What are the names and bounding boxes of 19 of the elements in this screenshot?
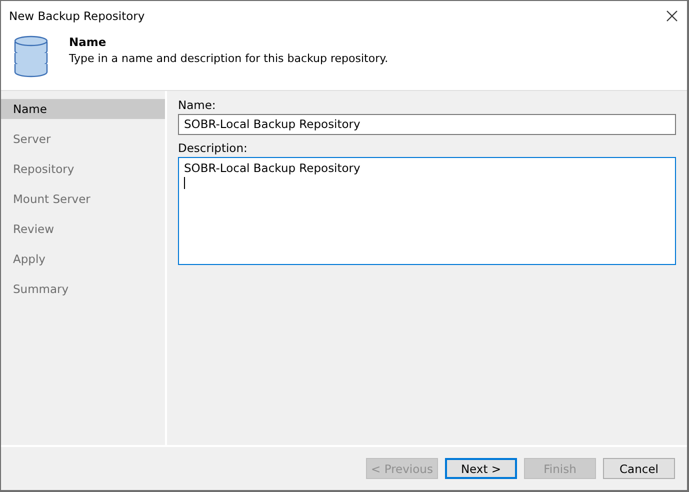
step-item[interactable]: Apply bbox=[1, 249, 165, 269]
step-item[interactable]: Review bbox=[1, 219, 165, 239]
window-title: New Backup Repository bbox=[9, 9, 145, 23]
database-icon bbox=[13, 34, 49, 78]
dialog-button[interactable]: Next > bbox=[445, 458, 517, 479]
step-title: Name bbox=[69, 35, 108, 49]
dialog-button[interactable]: Cancel bbox=[603, 458, 675, 479]
description-field[interactable]: SOBR-Local Backup Repository bbox=[178, 157, 676, 265]
close-icon bbox=[665, 9, 679, 23]
close-button[interactable] bbox=[665, 9, 679, 23]
field-label: Name: bbox=[178, 98, 217, 112]
step-item[interactable]: Name bbox=[1, 99, 165, 119]
step-item[interactable]: Summary bbox=[1, 279, 165, 299]
step-item[interactable]: Server bbox=[1, 129, 165, 149]
step-item[interactable]: Mount Server bbox=[1, 189, 165, 209]
step-description: Type in a name and description for this backup repository. bbox=[69, 52, 388, 65]
field-label: Description: bbox=[178, 141, 248, 155]
step-item[interactable]: Repository bbox=[1, 159, 165, 179]
name-field[interactable]: SOBR-Local Backup Repository bbox=[178, 114, 676, 135]
